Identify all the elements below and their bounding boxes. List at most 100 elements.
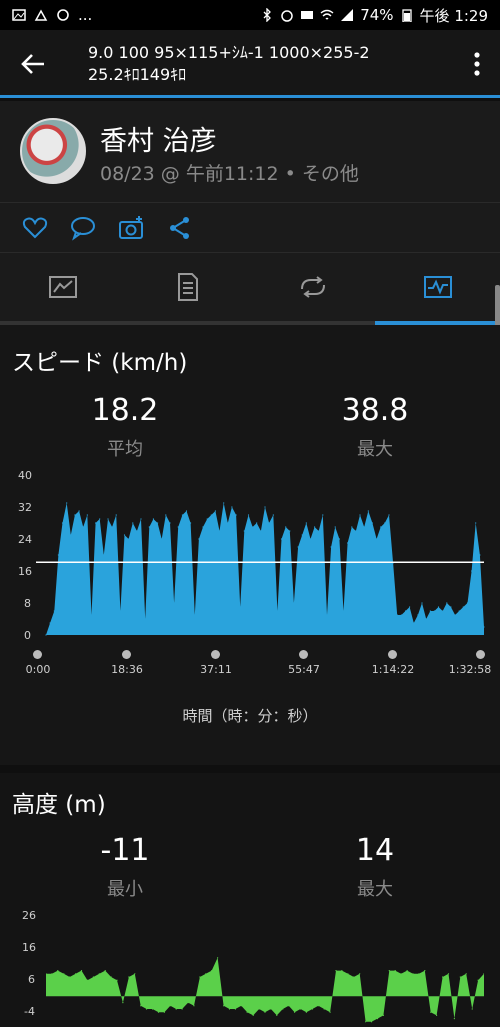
data-point [140, 518, 142, 520]
x-tick-label: 1:32:58 [448, 663, 492, 676]
data-point [341, 970, 343, 972]
data-point [107, 518, 109, 520]
data-point [75, 973, 77, 975]
data-point [433, 610, 435, 612]
data-point [305, 1011, 307, 1013]
tab-charts[interactable] [375, 253, 500, 325]
data-point [437, 606, 440, 608]
tab-laps[interactable] [250, 253, 375, 325]
data-point [66, 502, 68, 504]
summary-icon [48, 275, 78, 303]
data-point [417, 614, 419, 616]
data-point [471, 570, 473, 572]
data-point [459, 976, 461, 978]
data-point [103, 554, 105, 556]
data-point [194, 614, 196, 616]
data-point [252, 526, 254, 528]
data-point [240, 1005, 242, 1007]
data-point [51, 973, 53, 975]
status-bar: ... 74% 午後 1:29 [0, 0, 500, 30]
data-point [479, 554, 481, 556]
data-point [260, 530, 262, 532]
data-point [119, 610, 121, 612]
data-point [185, 510, 188, 512]
sync-icon [56, 8, 70, 22]
data-point [394, 970, 396, 972]
like-heart-icon[interactable] [22, 215, 48, 241]
data-point [413, 622, 415, 624]
data-point [282, 1008, 284, 1010]
data-point [446, 602, 448, 604]
data-point [363, 526, 365, 528]
data-point [442, 610, 444, 612]
data-point [177, 526, 179, 528]
data-point [323, 1008, 325, 1010]
data-point [301, 534, 303, 536]
elevation-chart[interactable] [46, 913, 484, 1027]
data-point [329, 1011, 331, 1013]
data-point [57, 970, 59, 972]
elev-y-label: 16 [22, 941, 36, 954]
data-point [289, 530, 291, 532]
data-point [80, 970, 83, 972]
clock: 午後 1:29 [419, 6, 488, 25]
gallery-icon [12, 8, 26, 22]
wifi-icon [320, 8, 334, 22]
elev-y-label: 26 [22, 909, 36, 922]
avatar[interactable] [20, 118, 86, 184]
data-point [99, 518, 101, 520]
speed-y-label: 24 [18, 533, 32, 546]
data-point [335, 970, 337, 972]
data-point [252, 1014, 254, 1016]
details-icon [176, 273, 200, 305]
data-point [92, 976, 94, 978]
data-point [483, 973, 484, 975]
data-point [353, 976, 355, 978]
data-point [421, 602, 423, 604]
speed-max-label: 最大 [357, 439, 393, 460]
add-photo-icon[interactable] [118, 215, 144, 241]
data-point [429, 610, 431, 612]
data-point [74, 514, 76, 516]
overflow-menu-icon[interactable] [472, 52, 482, 76]
data-point [359, 973, 361, 975]
data-point [280, 538, 283, 540]
data-point [376, 1018, 379, 1020]
elevation-section: 高度 (m) -11 最小 14 最大 26 16 6 -4 [0, 773, 500, 1027]
battery-icon [400, 8, 414, 23]
data-point [317, 1005, 319, 1007]
data-point [202, 526, 204, 528]
data-point [483, 626, 485, 628]
speed-y-label: 0 [24, 629, 31, 642]
speed-chart[interactable] [36, 475, 485, 638]
data-point [49, 622, 51, 624]
data-point [57, 554, 59, 556]
comment-icon[interactable] [70, 215, 96, 241]
data-point [471, 1008, 473, 1010]
speed-y-label: 16 [18, 565, 32, 578]
back-arrow-icon[interactable] [18, 50, 50, 78]
tab-details[interactable] [125, 253, 250, 325]
data-point [288, 1005, 290, 1007]
data-point [450, 606, 452, 608]
data-point [342, 610, 345, 612]
data-point [218, 530, 221, 532]
data-point [314, 526, 316, 528]
data-point [409, 606, 411, 608]
status-dots: ... [78, 6, 93, 24]
data-point [365, 1021, 367, 1023]
data-point [128, 976, 130, 978]
x-tick-dot [211, 650, 220, 659]
data-point [175, 1008, 177, 1010]
owner-name[interactable]: 香村 治彦 [100, 119, 217, 158]
data-point [465, 973, 467, 975]
share-icon[interactable] [167, 215, 193, 241]
data-point [447, 973, 450, 975]
data-point [63, 973, 65, 975]
data-point [326, 614, 328, 616]
data-point [231, 506, 233, 508]
data-point [95, 522, 97, 524]
data-point [169, 522, 171, 524]
bluetooth-icon [260, 7, 274, 23]
tab-summary[interactable] [0, 253, 125, 325]
